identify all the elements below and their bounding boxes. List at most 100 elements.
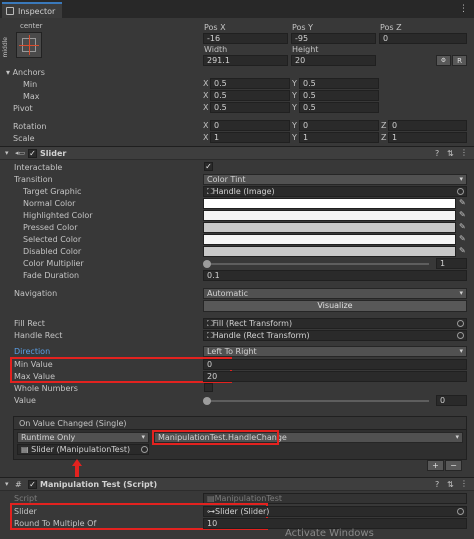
value-slider[interactable] <box>203 395 433 406</box>
color-multiplier-slider[interactable] <box>203 258 433 269</box>
tab-menu-icon[interactable]: ⋮ <box>459 4 468 14</box>
rotation-y-axis: Y <box>292 121 297 130</box>
tab-inspector[interactable]: Inspector <box>2 2 62 18</box>
anchors-max-y-field[interactable]: 0.5 <box>299 90 379 101</box>
min-value-label: Min Value <box>14 360 53 369</box>
eyedropper-icon[interactable]: ✎ <box>459 210 468 219</box>
help-icon[interactable]: ? <box>435 149 439 158</box>
fade-duration-label: Fade Duration <box>23 271 80 280</box>
transition-label: Transition <box>14 175 53 184</box>
help-icon[interactable]: ? <box>435 480 439 489</box>
pivot-x-field[interactable]: 0.5 <box>210 102 290 113</box>
fill-rect-field[interactable]: ⛶Fill (Rect Transform) <box>203 318 467 329</box>
anchors-min-y-field[interactable]: 0.5 <box>299 78 379 89</box>
value-field[interactable]: 0 <box>436 395 467 406</box>
eyedropper-icon[interactable]: ✎ <box>459 222 468 231</box>
interactable-label: Interactable <box>14 163 63 172</box>
object-picker-icon[interactable] <box>457 188 464 195</box>
slider-component-header[interactable]: ▾ ◂▭ ✓ Slider ? ⇅ ⋮ <box>0 146 474 160</box>
raw-edit-button[interactable]: R <box>452 55 467 66</box>
add-listener-button[interactable]: + <box>427 460 444 471</box>
navigation-dropdown[interactable]: Automatic ▾ <box>203 288 467 299</box>
transition-dropdown[interactable]: Color Tint ▾ <box>203 174 467 185</box>
direction-dropdown[interactable]: Left To Right ▾ <box>203 346 467 357</box>
max-value-field[interactable]: 20 <box>203 371 467 382</box>
rotation-x-axis: X <box>203 121 209 130</box>
object-picker-icon[interactable] <box>141 446 148 453</box>
anchors-min-x-field[interactable]: 0.5 <box>210 78 290 89</box>
remove-listener-button[interactable]: − <box>445 460 462 471</box>
anchors-max-y-axis: Y <box>292 91 297 100</box>
component-menu-icon[interactable]: ⋮ <box>460 148 468 157</box>
foldout-arrow-icon[interactable]: ▾ <box>5 149 9 157</box>
scale-x-field[interactable]: 1 <box>210 132 290 143</box>
pos-z-field[interactable]: 0 <box>379 33 467 44</box>
interactable-checkbox[interactable]: ✓ <box>204 162 213 171</box>
red-arrow-annotation <box>72 459 82 479</box>
anchors-max-x-field[interactable]: 0.5 <box>210 90 290 101</box>
object-picker-icon[interactable] <box>457 320 464 327</box>
fade-duration-field[interactable]: 0.1 <box>203 270 467 281</box>
scale-z-axis: Z <box>381 133 387 142</box>
slider-component-icon: ◂▭ <box>15 149 26 157</box>
anchor-preset-button[interactable] <box>16 32 42 58</box>
foldout-arrow-icon[interactable]: ▾ <box>5 480 9 488</box>
pos-x-field[interactable]: -16 <box>203 33 288 44</box>
target-graphic-field[interactable]: ⛶Handle (Image) <box>203 186 467 197</box>
inspector-icon <box>6 7 14 15</box>
rotation-z-field[interactable]: 0 <box>388 120 467 131</box>
rotation-x-field[interactable]: 0 <box>210 120 290 131</box>
selected-color-swatch[interactable] <box>203 234 456 245</box>
object-picker-icon[interactable] <box>457 332 464 339</box>
anchors-label[interactable]: ▾ Anchors <box>6 68 45 77</box>
pivot-y-axis: Y <box>292 103 297 112</box>
handle-rect-value: Handle (Rect Transform) <box>212 331 310 340</box>
width-field[interactable]: 291.1 <box>203 55 288 66</box>
highlighted-color-label: Highlighted Color <box>23 211 93 220</box>
navigation-label: Navigation <box>14 289 58 298</box>
direction-label: Direction <box>14 347 51 356</box>
activate-windows-watermark: Activate Windows <box>285 528 374 539</box>
height-label: Height <box>292 45 319 54</box>
component-menu-icon[interactable]: ⋮ <box>460 479 468 488</box>
min-value-field[interactable]: 0 <box>203 359 467 370</box>
manipulation-enabled-checkbox[interactable]: ✓ <box>28 480 37 489</box>
preset-icon[interactable]: ⇅ <box>447 149 454 158</box>
anchor-hline-icon <box>19 45 39 46</box>
anchors-min-y-axis: Y <box>292 79 297 88</box>
visualize-button[interactable]: Visualize <box>203 300 467 312</box>
pivot-y-field[interactable]: 0.5 <box>299 102 379 113</box>
eyedropper-icon[interactable]: ✎ <box>459 234 468 243</box>
target-graphic-label: Target Graphic <box>23 187 82 196</box>
highlighted-color-swatch[interactable] <box>203 210 456 221</box>
manipulation-test-header[interactable]: ▾ # ✓ Manipulation Test (Script) ? ⇅ ⋮ <box>0 477 474 491</box>
height-field[interactable]: 20 <box>291 55 376 66</box>
handle-rect-field[interactable]: ⛶Handle (Rect Transform) <box>203 330 467 341</box>
slider-handle[interactable] <box>203 260 211 268</box>
script-icon: ▤ <box>21 445 32 454</box>
pos-x-label: Pos X <box>204 23 226 32</box>
script-file-icon: ▤ <box>207 494 215 503</box>
scale-z-field[interactable]: 1 <box>388 132 467 143</box>
object-picker-icon[interactable] <box>457 508 464 515</box>
pressed-color-swatch[interactable] <box>203 222 456 233</box>
rotation-y-field[interactable]: 0 <box>299 120 379 131</box>
color-multiplier-field[interactable]: 1 <box>436 258 467 269</box>
pos-y-field[interactable]: -95 <box>291 33 376 44</box>
scale-y-field[interactable]: 1 <box>299 132 379 143</box>
blueprint-mode-button[interactable]: ⚙ <box>436 55 451 66</box>
eyedropper-icon[interactable]: ✎ <box>459 246 468 255</box>
normal-color-swatch[interactable] <box>203 198 456 209</box>
slider-track <box>207 400 429 402</box>
slider-ref-field[interactable]: ⊶Slider (Slider) <box>203 506 467 517</box>
slider-handle[interactable] <box>203 397 211 405</box>
eyedropper-icon[interactable]: ✎ <box>459 198 468 207</box>
disabled-color-swatch[interactable] <box>203 246 456 257</box>
on-value-changed-header: On Value Changed (Single) <box>13 416 467 430</box>
slider-enabled-checkbox[interactable]: ✓ <box>28 149 37 158</box>
preset-icon[interactable]: ⇅ <box>447 480 454 489</box>
runtime-dropdown[interactable]: Runtime Only ▾ <box>17 432 149 443</box>
event-object-field[interactable]: ▤ Slider (ManipulationTest) <box>17 444 149 455</box>
whole-numbers-checkbox[interactable] <box>204 383 213 392</box>
round-to-multiple-label: Round To Multiple Of <box>14 519 97 528</box>
